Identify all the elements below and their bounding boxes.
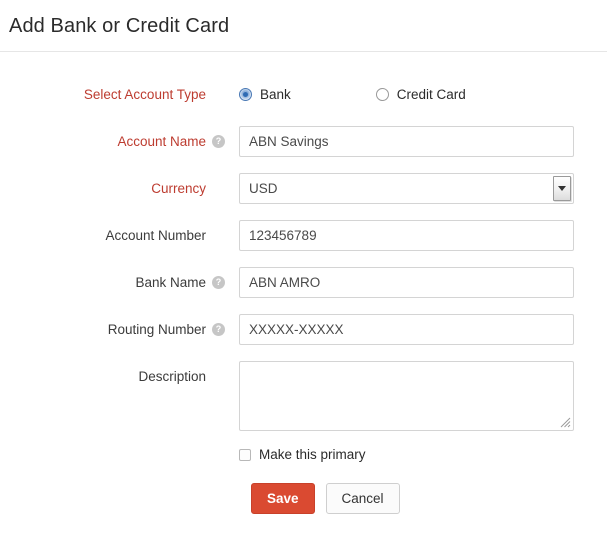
form-row-account-number: Account Number: [0, 220, 607, 251]
description-textarea-wrap: [239, 361, 574, 431]
page-header: Add Bank or Credit Card: [0, 0, 607, 52]
radio-option-bank[interactable]: Bank: [239, 87, 291, 102]
help-icon-glyph: ?: [215, 324, 222, 334]
control-cell-account-number: [228, 220, 574, 251]
control-cell-description: [228, 361, 574, 431]
label-cell-bank-name: Bank Name ?: [0, 267, 228, 298]
form-row-description: Description: [0, 361, 607, 431]
label-cell-account-type: Select Account Type: [0, 79, 228, 110]
label-currency: Currency: [151, 180, 206, 196]
form-row-account-name: Account Name ?: [0, 126, 607, 157]
routing-number-input[interactable]: [239, 314, 574, 345]
help-icon-glyph: ?: [215, 277, 222, 287]
form-row-currency: Currency USD: [0, 173, 607, 204]
make-primary-checkbox[interactable]: [239, 448, 251, 461]
label-account-name: Account Name: [117, 133, 206, 149]
description-input[interactable]: [239, 361, 574, 431]
help-icon-bank-name[interactable]: ?: [212, 276, 225, 289]
form-row-account-type: Select Account Type Bank Credit Card: [0, 79, 607, 110]
label-cell-routing-number: Routing Number ?: [0, 314, 228, 345]
label-routing-number: Routing Number: [107, 321, 206, 337]
radio-option-credit-card[interactable]: Credit Card: [375, 87, 466, 102]
control-cell-account-name: [228, 126, 574, 157]
currency-select[interactable]: USD: [239, 173, 574, 204]
form-row-bank-name: Bank Name ?: [0, 267, 607, 298]
label-account-type: Select Account Type: [83, 86, 206, 102]
radio-credit-card-icon[interactable]: [375, 88, 389, 101]
control-cell-account-type: Bank Credit Card: [228, 79, 466, 110]
save-button[interactable]: Save: [251, 483, 315, 514]
currency-select-wrap[interactable]: USD: [239, 173, 574, 204]
label-account-number: Account Number: [105, 227, 206, 243]
radio-group-account-type: Bank Credit Card: [239, 79, 466, 110]
add-bank-form: Select Account Type Bank Credit Card Acc…: [0, 52, 607, 514]
form-actions: Save Cancel: [251, 483, 607, 514]
help-icon-account-name[interactable]: ?: [212, 135, 225, 148]
control-cell-bank-name: [228, 267, 574, 298]
radio-bank-icon[interactable]: [239, 88, 252, 101]
radio-bank-label: Bank: [260, 87, 291, 102]
label-bank-name: Bank Name: [135, 274, 206, 290]
help-icon-glyph: ?: [215, 136, 222, 146]
control-cell-routing-number: [228, 314, 574, 345]
label-cell-currency: Currency: [0, 173, 228, 204]
cancel-button[interactable]: Cancel: [325, 483, 400, 514]
form-row-routing-number: Routing Number ?: [0, 314, 607, 345]
bank-name-input[interactable]: [239, 267, 574, 298]
label-description: Description: [138, 368, 206, 384]
radio-credit-card-label: Credit Card: [396, 87, 466, 102]
account-name-input[interactable]: [239, 126, 574, 157]
label-cell-account-name: Account Name ?: [0, 126, 228, 157]
help-icon-routing-number[interactable]: ?: [212, 323, 225, 336]
control-cell-currency: USD: [228, 173, 574, 204]
account-number-input[interactable]: [239, 220, 574, 251]
make-primary-label: Make this primary: [259, 447, 366, 462]
currency-select-value: USD: [249, 181, 278, 196]
make-primary-row[interactable]: Make this primary: [239, 447, 607, 462]
chevron-down-icon[interactable]: [553, 176, 571, 201]
label-cell-description: Description: [0, 361, 228, 392]
page-title: Add Bank or Credit Card: [9, 14, 230, 37]
label-cell-account-number: Account Number: [0, 220, 228, 251]
